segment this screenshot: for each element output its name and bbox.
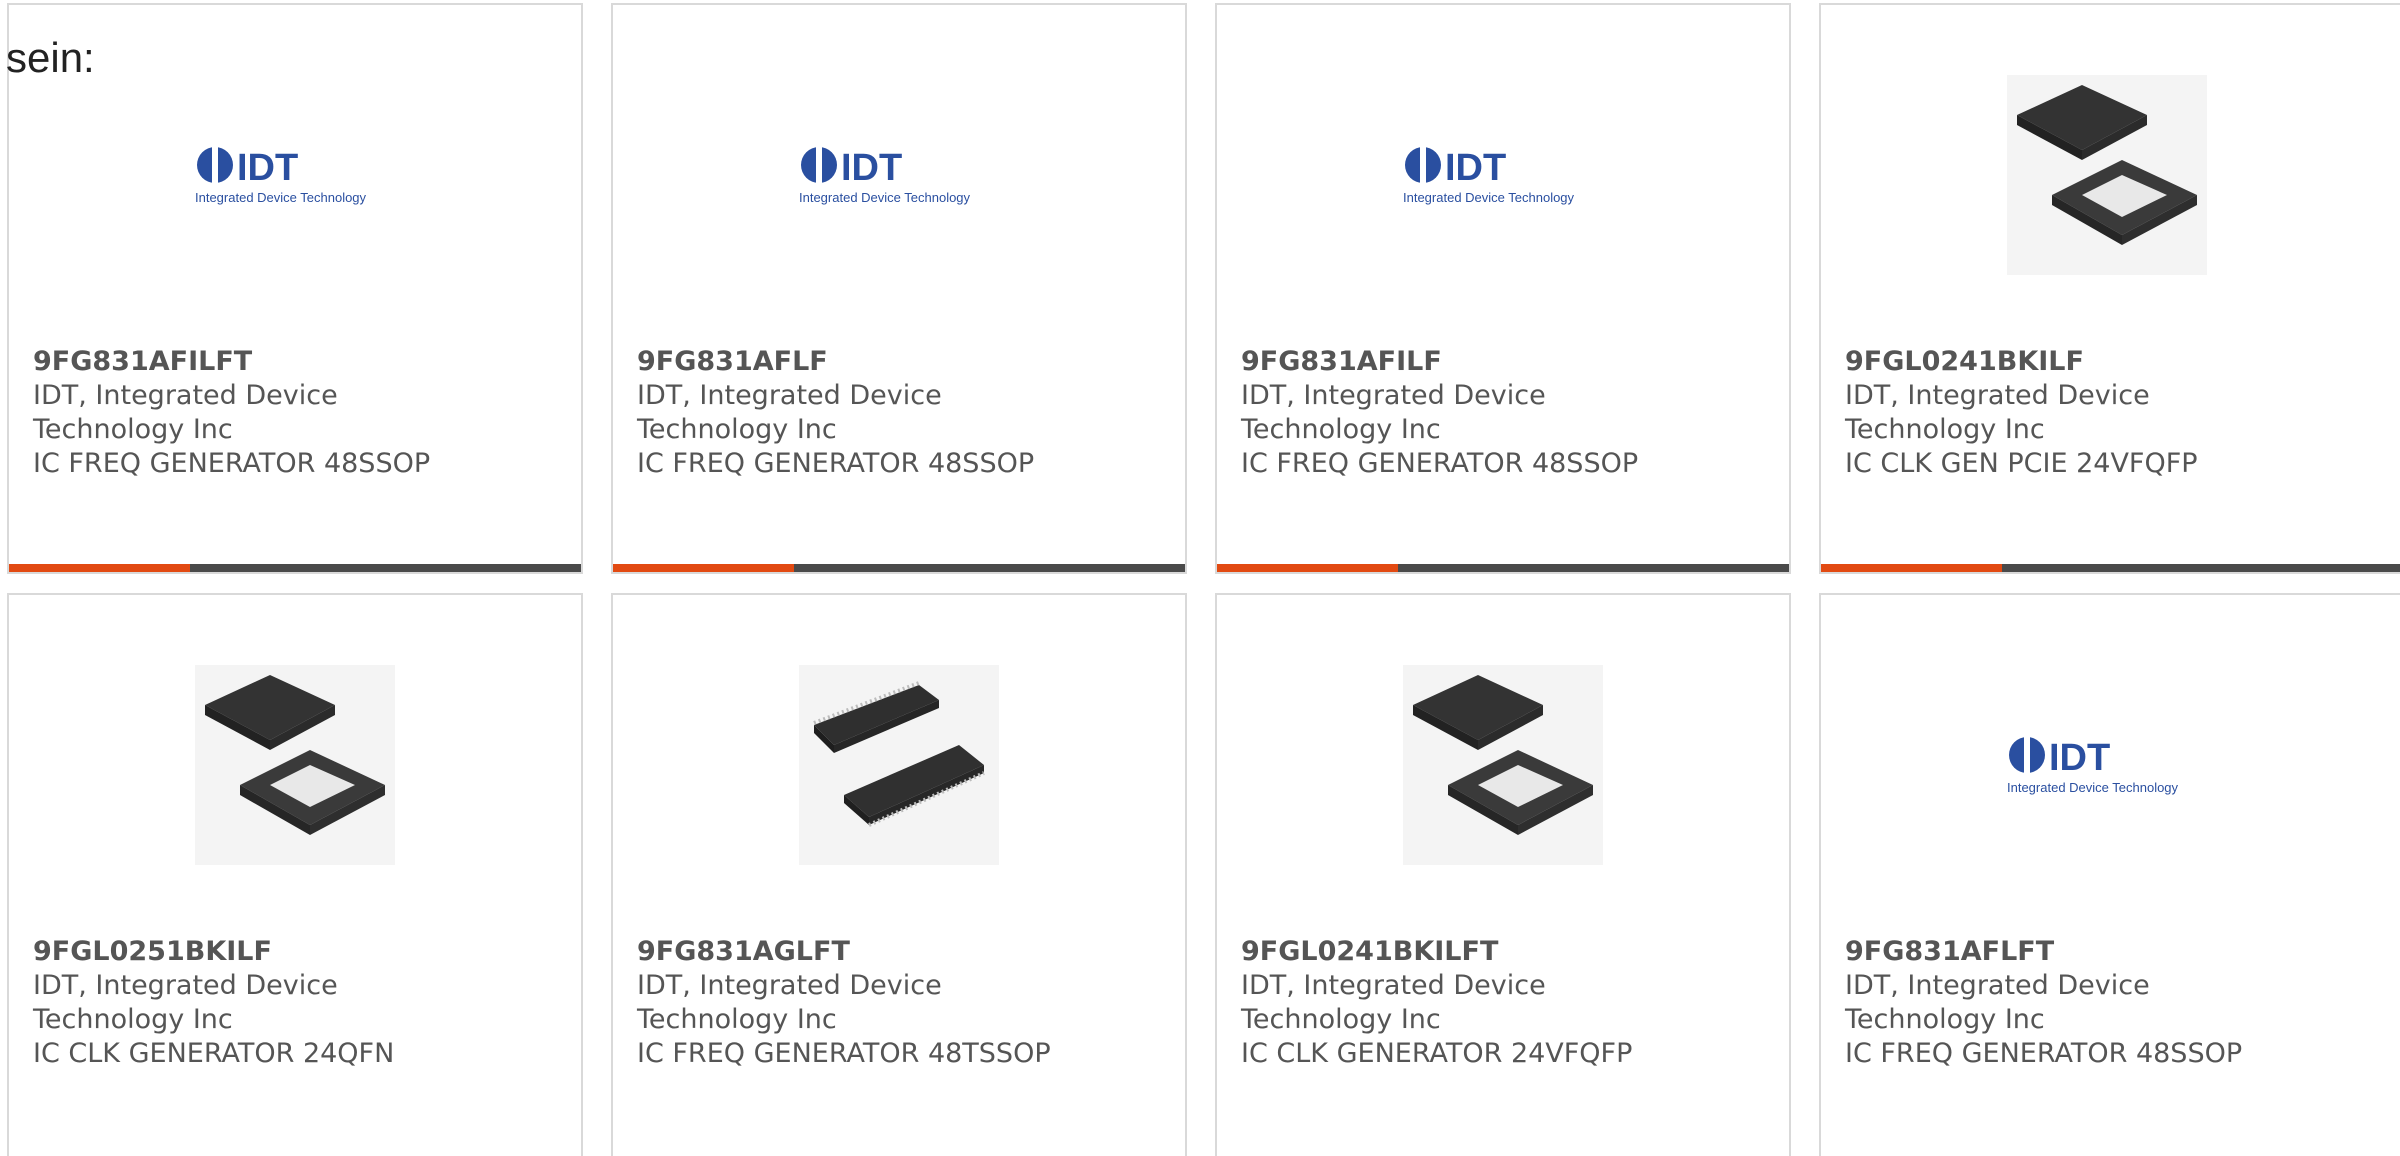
idt-logo-icon: IDT Integrated Device Technology	[1403, 145, 1575, 205]
product-image[interactable]	[799, 665, 999, 865]
svg-text:Integrated Device Technology: Integrated Device Technology	[195, 190, 367, 205]
manufacturer: Technology Inc	[1845, 1004, 2045, 1035]
svg-text:IDT: IDT	[237, 147, 298, 189]
manufacturer: IDT, Integrated Device	[1241, 970, 1546, 1001]
part-number[interactable]: 9FGL0241BKILFT	[1241, 935, 1761, 969]
manufacturer: IDT, Integrated Device	[637, 380, 942, 411]
product-image[interactable]	[2007, 75, 2207, 275]
manufacturer: Technology Inc	[1241, 1004, 1441, 1035]
svg-text:IDT: IDT	[841, 147, 902, 189]
product-card[interactable]: IDT Integrated Device Technology 9FG831A…	[1819, 593, 2400, 1156]
product-image[interactable]	[195, 665, 395, 865]
intro-text: sein:	[6, 34, 95, 81]
manufacturer: Technology Inc	[33, 1004, 233, 1035]
product-image[interactable]: IDT Integrated Device Technology	[1403, 75, 1603, 275]
svg-text:IDT: IDT	[2049, 737, 2110, 779]
manufacturer: IDT, Integrated Device	[1845, 380, 2150, 411]
manufacturer: IDT, Integrated Device	[637, 970, 942, 1001]
part-number[interactable]: 9FGL0251BKILF	[33, 935, 553, 969]
description: IC CLK GENERATOR 24QFN	[33, 1038, 395, 1069]
description: IC FREQ GENERATOR 48SSOP	[637, 448, 1035, 479]
description: IC FREQ GENERATOR 48SSOP	[1845, 1038, 2243, 1069]
product-card[interactable]: 9FG831AGLFT IDT, Integrated Device Techn…	[611, 593, 1187, 1156]
product-image[interactable]: IDT Integrated Device Technology	[799, 75, 999, 275]
svg-text:IDT: IDT	[1445, 147, 1506, 189]
description: IC CLK GENERATOR 24VFQFP	[1241, 1038, 1633, 1069]
description: IC FREQ GENERATOR 48SSOP	[33, 448, 431, 479]
manufacturer: IDT, Integrated Device	[33, 380, 338, 411]
manufacturer: Technology Inc	[33, 414, 233, 445]
qfn-chip-icon	[1403, 665, 1603, 865]
manufacturer: IDT, Integrated Device	[33, 970, 338, 1001]
description: IC FREQ GENERATOR 48SSOP	[1241, 448, 1639, 479]
card-bar	[1217, 564, 1789, 572]
part-number[interactable]: 9FG831AFLF	[637, 345, 1157, 379]
manufacturer: Technology Inc	[637, 1004, 837, 1035]
description: IC FREQ GENERATOR 48TSSOP	[637, 1038, 1051, 1069]
manufacturer: Technology Inc	[637, 414, 837, 445]
idt-logo-icon: IDT Integrated Device Technology	[195, 145, 367, 205]
svg-text:Integrated Device Technology: Integrated Device Technology	[2007, 780, 2179, 795]
qfn-chip-icon	[195, 665, 395, 865]
part-number[interactable]: 9FGL0241BKILF	[1845, 345, 2365, 379]
manufacturer: IDT, Integrated Device	[1241, 380, 1546, 411]
part-number[interactable]: 9FG831AFLFT	[1845, 935, 2365, 969]
card-bar	[613, 564, 1185, 572]
product-card[interactable]: IDT Integrated Device Technology 9FG831A…	[611, 3, 1187, 574]
qfn-chip-icon	[2007, 75, 2207, 275]
card-bar	[9, 564, 581, 572]
product-card[interactable]: 9FGL0241BKILFT IDT, Integrated Device Te…	[1215, 593, 1791, 1156]
svg-text:Integrated Device Technology: Integrated Device Technology	[799, 190, 971, 205]
product-card[interactable]: IDT Integrated Device Technology 9FG831A…	[1215, 3, 1791, 574]
part-number[interactable]: 9FG831AFILFT	[33, 345, 553, 379]
description: IC CLK GEN PCIE 24VFQFP	[1845, 448, 2198, 479]
part-number[interactable]: 9FG831AFILF	[1241, 345, 1761, 379]
product-image[interactable]	[1403, 665, 1603, 865]
svg-text:Integrated Device Technology: Integrated Device Technology	[1403, 190, 1575, 205]
product-image[interactable]: IDT Integrated Device Technology	[2007, 665, 2207, 865]
tssop-chip-icon	[799, 665, 999, 865]
manufacturer: Technology Inc	[1241, 414, 1441, 445]
idt-logo-icon: IDT Integrated Device Technology	[2007, 735, 2179, 795]
manufacturer: IDT, Integrated Device	[1845, 970, 2150, 1001]
product-card[interactable]: 9FGL0251BKILF IDT, Integrated Device Tec…	[7, 593, 583, 1156]
manufacturer: Technology Inc	[1845, 414, 2045, 445]
part-number[interactable]: 9FG831AGLFT	[637, 935, 1157, 969]
card-bar	[1821, 564, 2400, 572]
product-grid-page: sein: IDT Integrated Device Technology 9…	[0, 0, 2400, 1156]
idt-logo-icon: IDT Integrated Device Technology	[799, 145, 971, 205]
product-image[interactable]: IDT Integrated Device Technology	[195, 75, 395, 275]
product-card[interactable]: 9FGL0241BKILF IDT, Integrated Device Tec…	[1819, 3, 2400, 574]
product-card[interactable]: IDT Integrated Device Technology 9FG831A…	[7, 3, 583, 574]
